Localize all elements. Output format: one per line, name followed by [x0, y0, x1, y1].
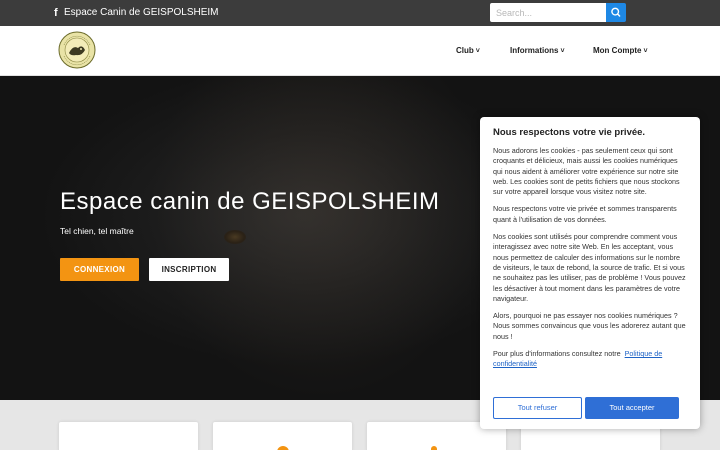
nav-club[interactable]: Club ˅	[456, 46, 480, 57]
feature-card[interactable]	[59, 422, 198, 450]
inscription-button[interactable]: INSCRIPTION	[149, 258, 229, 281]
hero-tagline: Tel chien, tel maître	[60, 226, 134, 236]
facebook-icon[interactable]: f	[54, 7, 60, 19]
chevron-down-icon: ˅	[560, 48, 565, 55]
top-bar: f Espace Canin de GEISPOLSHEIM	[0, 0, 720, 26]
club-logo[interactable]	[58, 31, 96, 69]
nav-informations[interactable]: Informations ˅	[510, 46, 565, 57]
main-navbar: Club ˅ Informations ˅ Mon Compte ˅	[0, 26, 720, 76]
cookie-paragraph-4: Alors, pourquoi ne pas essayer nos cooki…	[493, 311, 686, 341]
nav-mon-compte-label: Mon Compte	[593, 46, 642, 55]
cookie-more-prefix: Pour plus d'informations consultez notre	[493, 349, 621, 359]
hero-background-dog	[150, 76, 490, 400]
connexion-button[interactable]: CONNEXION	[60, 258, 139, 281]
hero-dog-eye	[224, 230, 246, 244]
search-button[interactable]	[606, 3, 626, 22]
card-icon	[277, 446, 289, 450]
cookie-more-info: Pour plus d'informations consultez notre…	[493, 349, 687, 370]
search-icon	[611, 7, 621, 17]
site-name-link[interactable]: Espace Canin de GEISPOLSHEIM	[64, 7, 219, 19]
accept-all-button[interactable]: Tout accepter	[585, 397, 679, 419]
chevron-down-icon: ˅	[643, 48, 648, 55]
refuse-all-button[interactable]: Tout refuser	[493, 397, 582, 419]
cookie-paragraph-3: Nos cookies sont utilisés pour comprendr…	[493, 232, 686, 303]
hero-title: Espace canin de GEISPOLSHEIM	[60, 188, 440, 215]
search-input[interactable]	[490, 3, 607, 22]
nav-mon-compte[interactable]: Mon Compte ˅	[593, 46, 648, 57]
cookie-consent-dialog: Nous respectons votre vie privée. Nous a…	[480, 117, 700, 429]
cookie-paragraph-1: Nous adorons les cookies - pas seulement…	[493, 146, 680, 197]
cookie-paragraph-2: Nous respectons votre vie privée et somm…	[493, 204, 677, 224]
cookie-title: Nous respectons votre vie privée.	[493, 127, 646, 138]
nav-club-label: Club	[456, 46, 474, 55]
nav-informations-label: Informations	[510, 46, 559, 55]
chevron-down-icon: ˅	[475, 48, 480, 55]
feature-card[interactable]	[213, 422, 352, 450]
card-icon	[431, 446, 437, 450]
search-bar	[490, 3, 626, 22]
